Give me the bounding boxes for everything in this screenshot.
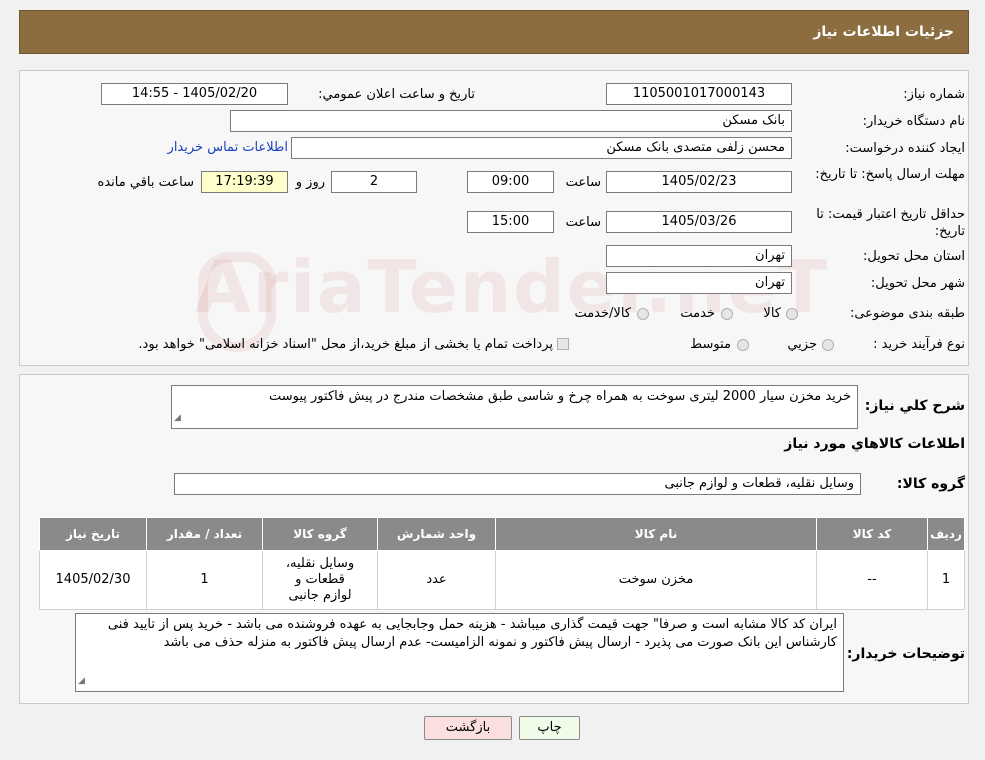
city-field: تهران <box>606 272 792 294</box>
category-radio-service[interactable] <box>721 308 733 320</box>
col-header-goods-group: گروه کالا <box>262 517 378 551</box>
deadline-days-label: روز و <box>295 175 325 190</box>
back-button[interactable]: بازگشت <box>424 716 512 740</box>
cell-item-code: -- <box>816 550 928 610</box>
process-checkbox[interactable] <box>557 338 569 350</box>
buyer-notes-label: توضیحات خریدار: <box>846 646 965 662</box>
buyer-notes-text: ایران کد کالا مشابه است و صرفا" جهت قیمت… <box>107 617 837 650</box>
col-header-item-code: کد کالا <box>816 517 928 551</box>
description-text: خرید مخزن سیار 2000 لیتری سوخت به همراه … <box>268 389 851 404</box>
cell-goods-group: وسایل نقلیه، قطعات و لوازم جانبی <box>262 550 378 610</box>
goods-section-title: اطلاعات کالاهاي مورد نياز <box>784 436 965 452</box>
purchase-process-label: نوع فرآیند خرید : <box>873 337 965 352</box>
process-radio-medium[interactable] <box>737 339 749 351</box>
buyer-org-label: نام دستگاه خریدار: <box>862 114 965 129</box>
process-option-partial: جزیي <box>787 337 817 352</box>
cell-item-name: مخزن سوخت <box>495 550 817 610</box>
cell-unit: عدد <box>377 550 496 610</box>
description-textarea: خرید مخزن سیار 2000 لیتری سوخت به همراه … <box>171 385 858 429</box>
cell-quantity: 1 <box>146 550 263 610</box>
need-number-label: شماره نیاز: <box>903 87 965 102</box>
announce-datetime-field: 1405/02/20 - 14:55 <box>101 83 288 105</box>
deadline-days-field: 2 <box>331 171 417 193</box>
cell-row-number: 1 <box>927 550 965 610</box>
category-option-goods-service: کالا/خدمت <box>574 306 631 321</box>
city-label: شهر محل تحویل: <box>870 276 965 291</box>
province-field: تهران <box>606 245 792 267</box>
deadline-label: مهلت ارسال پاسخ: تا تاریخ: <box>815 167 965 182</box>
announce-datetime-label: تاریخ و ساعت اعلان عمومي: <box>318 87 475 102</box>
min-validity-time-field: 15:00 <box>467 211 554 233</box>
goods-group-label: گروه کالا: <box>896 476 965 492</box>
process-option-medium: متوسط <box>690 337 731 352</box>
deadline-time-label: ساعت <box>565 175 601 190</box>
remaining-time-label: ساعت باقي مانده <box>97 175 194 190</box>
deadline-time-field: 09:00 <box>467 171 554 193</box>
buyer-org-field: بانک مسکن <box>230 110 792 132</box>
col-header-row-number: رديف <box>927 517 965 551</box>
requester-field: محسن زلفی متصدی بانک مسکن <box>291 137 792 159</box>
print-button[interactable]: چاپ <box>519 716 580 740</box>
goods-group-field: وسایل نقلیه، قطعات و لوازم جانبی <box>174 473 861 495</box>
col-header-unit: واحد شمارش <box>377 517 496 551</box>
description-label: شرح کلي نياز: <box>864 398 965 414</box>
items-table: رديف کد کالا نام کالا واحد شمارش گروه کا… <box>39 517 965 610</box>
need-number-field: 1105001017000143 <box>606 83 792 105</box>
process-radio-partial[interactable] <box>822 339 834 351</box>
category-option-service: خدمت <box>680 306 715 321</box>
requester-label: ایجاد کننده درخواست: <box>845 141 965 156</box>
col-header-quantity: تعداد / مقدار <box>146 517 263 551</box>
page-title: جزئیات اطلاعات نیاز <box>813 24 954 40</box>
min-validity-date-field: 1405/03/26 <box>606 211 792 233</box>
category-radio-goods[interactable] <box>786 308 798 320</box>
min-validity-time-label: ساعت <box>565 215 601 230</box>
buyer-contact-link[interactable]: اطلاعات تماس خریدار <box>168 140 288 155</box>
deadline-date-field: 1405/02/23 <box>606 171 792 193</box>
payment-note: پرداخت تمام یا بخشی از مبلغ خرید،از محل … <box>138 337 553 352</box>
category-label: طبقه بندی موضوعی: <box>849 306 965 321</box>
category-option-goods: کالا <box>763 306 781 321</box>
table-header-row: رديف کد کالا نام کالا واحد شمارش گروه کا… <box>39 517 965 551</box>
category-radio-goods-service[interactable] <box>637 308 649 320</box>
cell-need-date: 1405/02/30 <box>39 550 147 610</box>
min-validity-label: حداقل تاریخ اعتبار قیمت: تا تاریخ: <box>816 207 965 239</box>
province-label: استان محل تحویل: <box>863 249 965 264</box>
resize-grip-icon[interactable]: ◢ <box>78 672 85 690</box>
buyer-notes-textarea: ایران کد کالا مشابه است و صرفا" جهت قیمت… <box>75 613 844 692</box>
col-header-need-date: تاریخ نیاز <box>39 517 147 551</box>
resize-grip-icon[interactable]: ◢ <box>174 409 181 427</box>
table-row: 1 -- مخزن سوخت عدد وسایل نقلیه، قطعات و … <box>39 550 965 610</box>
col-header-item-name: نام کالا <box>495 517 817 551</box>
remaining-time-field: 17:19:39 <box>201 171 288 193</box>
page-header: جزئیات اطلاعات نیاز <box>19 10 969 54</box>
